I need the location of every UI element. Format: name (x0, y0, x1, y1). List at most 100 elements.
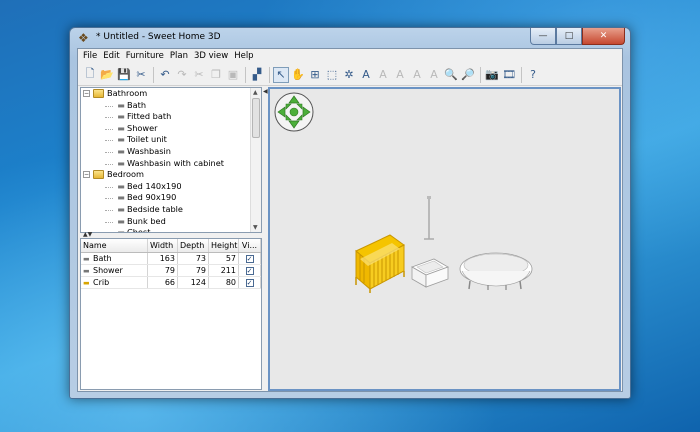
visible-checkbox[interactable]: ✓ (245, 278, 254, 287)
visible-checkbox[interactable]: ✓ (245, 254, 254, 263)
pan-mode-button[interactable]: ✋ (290, 67, 306, 83)
catalog-item[interactable]: ▬ Washbasin with cabinet (81, 158, 261, 170)
cell-height: 80 (209, 277, 239, 288)
create-rooms-button[interactable]: ⬚ (324, 67, 340, 83)
furniture-thumbnail-icon: ▬ (117, 112, 125, 122)
furniture-thumbnail-icon: ▬ (117, 123, 125, 133)
collapse-toggle-icon[interactable]: − (83, 90, 90, 97)
collapse-toggle-icon[interactable]: − (83, 171, 90, 179)
catalog-item[interactable]: ▬ Shower (81, 123, 261, 135)
preferences-button[interactable]: ✂ (133, 67, 149, 83)
column-header-d[interactable]: Depth (178, 239, 209, 252)
table-row[interactable]: ▬ Bath 163 73 57 ✓ (81, 253, 261, 265)
menu-plan[interactable]: Plan (167, 51, 191, 61)
crib-model-selected[interactable] (352, 229, 408, 295)
table-row[interactable]: ▬ Shower 79 79 211 ✓ (81, 265, 261, 277)
shower-tray-model[interactable] (410, 257, 450, 289)
catalog-item[interactable]: ▬ Fitted bath (81, 111, 261, 123)
save-button[interactable]: 💾 (116, 67, 132, 83)
catalog-category-bathroom[interactable]: − Bathroom (81, 88, 261, 100)
undo-button[interactable]: ↶ (157, 67, 173, 83)
create-polylines-button[interactable]: ✲ (341, 67, 357, 83)
category-label: Bedroom (107, 169, 145, 180)
catalog-item-label: Bedside table (127, 203, 183, 214)
menu-help[interactable]: Help (231, 51, 256, 61)
catalog-item[interactable]: ▬ Bed 90x190 (81, 192, 261, 204)
modify-text-button-4[interactable]: A (426, 67, 442, 83)
minimize-button[interactable]: — (530, 28, 556, 45)
table-row[interactable]: ▬ Crib 66 124 80 ✓ (81, 277, 261, 289)
catalog-item-label: Toilet unit (127, 134, 167, 145)
create-photo-button[interactable]: 📷 (484, 67, 500, 83)
tree-line (105, 151, 113, 153)
cut-button[interactable]: ✂ (191, 67, 207, 83)
splitter-arrows-icon[interactable]: ▲▼ (83, 231, 92, 238)
tree-line (105, 105, 113, 107)
add-furniture-button[interactable]: ▞ (249, 67, 265, 83)
catalog-item[interactable]: ▬ Bed 140x190 (81, 181, 261, 193)
cell-height: 57 (209, 253, 239, 264)
column-header-h[interactable]: Height (209, 239, 239, 252)
splitter-left-arrow-icon[interactable]: ◀ (263, 88, 268, 95)
catalog-item[interactable]: ▬ Bunk bed (81, 216, 261, 228)
open-button[interactable]: 📂 (99, 67, 115, 83)
visible-checkbox[interactable]: ✓ (245, 266, 254, 275)
modify-text-button-3[interactable]: A (409, 67, 425, 83)
catalog-category-bedroom[interactable]: − Bedroom (81, 169, 261, 181)
cell-depth: 73 (178, 253, 209, 264)
furniture-thumbnail-icon: ▬ (117, 204, 125, 214)
furniture-thumbnail-icon: ▬ (117, 193, 125, 203)
catalog-item[interactable]: ▬ Washbasin (81, 146, 261, 158)
title-bar[interactable]: ❖ * Untitled - Sweet Home 3D — □ ✕ (70, 28, 630, 48)
column-header-w[interactable]: Width (148, 239, 178, 252)
zoom-out-button[interactable]: 🔎 (460, 67, 476, 83)
furniture-thumbnail-icon: ▬ (117, 181, 125, 191)
furniture-thumbnail-icon: ▬ (117, 100, 125, 110)
menu-bar: File Edit Furniture Plan 3D view Help (78, 49, 622, 63)
catalog-item[interactable]: ▬ Bath (81, 100, 261, 112)
modify-text-button-2[interactable]: A (392, 67, 408, 83)
tree-line (105, 140, 113, 142)
zoom-in-button[interactable]: 🔍 (443, 67, 459, 83)
menu-furniture[interactable]: Furniture (123, 51, 167, 61)
furniture-thumbnail-icon: ▬ (117, 216, 125, 226)
help-button[interactable]: ? (525, 67, 541, 83)
cell-visible: ✓ (239, 277, 261, 288)
navigation-arrows-icon[interactable] (274, 92, 314, 132)
cell-depth: 124 (178, 277, 209, 288)
select-mode-button[interactable]: ↖ (273, 66, 289, 83)
close-button[interactable]: ✕ (582, 28, 625, 45)
catalog-item[interactable]: ▬ Toilet unit (81, 134, 261, 146)
furniture-catalog-tree[interactable]: ▲ ▼ − Bathroom ▬ Bath ▬ Fitted bath ▬ Shower ▬ To… (80, 87, 262, 233)
new-home-button[interactable]: 🗋 (82, 67, 98, 83)
column-header-v[interactable]: Vi... (239, 239, 261, 252)
redo-button[interactable]: ↷ (174, 67, 190, 83)
menu-edit[interactable]: Edit (100, 51, 122, 61)
app-window: ❖ * Untitled - Sweet Home 3D — □ ✕ File … (69, 27, 631, 399)
copy-button[interactable]: ❐ (208, 67, 224, 83)
toolbar-separator (153, 66, 154, 83)
create-walls-button[interactable]: ⊞ (307, 67, 323, 83)
3d-view[interactable] (268, 87, 621, 391)
column-header-name[interactable]: Name (81, 239, 148, 252)
window-title: * Untitled - Sweet Home 3D (96, 32, 221, 42)
cell-name: ▬ Bath (81, 253, 148, 264)
shower-head-model[interactable] (420, 195, 438, 243)
menu-file[interactable]: File (80, 51, 100, 61)
tree-line (105, 209, 113, 211)
create-video-button[interactable]: 🎞 (501, 67, 517, 83)
sweet-home-app-icon[interactable]: ❖ (78, 31, 89, 45)
furniture-row-icon: ▬ (83, 279, 90, 287)
maximize-button[interactable]: □ (556, 28, 582, 45)
folder-icon (93, 89, 104, 98)
cell-visible: ✓ (239, 265, 261, 276)
bath-model[interactable] (458, 249, 534, 291)
menu-3d-view[interactable]: 3D view (191, 51, 231, 61)
home-furniture-table[interactable]: Name Width Depth Height Vi... ▬ Bath 163 73 57 ✓ ▬ S… (80, 238, 262, 390)
furniture-row-icon: ▬ (83, 255, 90, 263)
catalog-item[interactable]: ▬ Bedside table (81, 204, 261, 216)
modify-text-button-1[interactable]: A (375, 67, 391, 83)
tree-line (105, 186, 113, 188)
add-text-button[interactable]: A (358, 67, 374, 83)
paste-button[interactable]: ▣ (225, 67, 241, 83)
